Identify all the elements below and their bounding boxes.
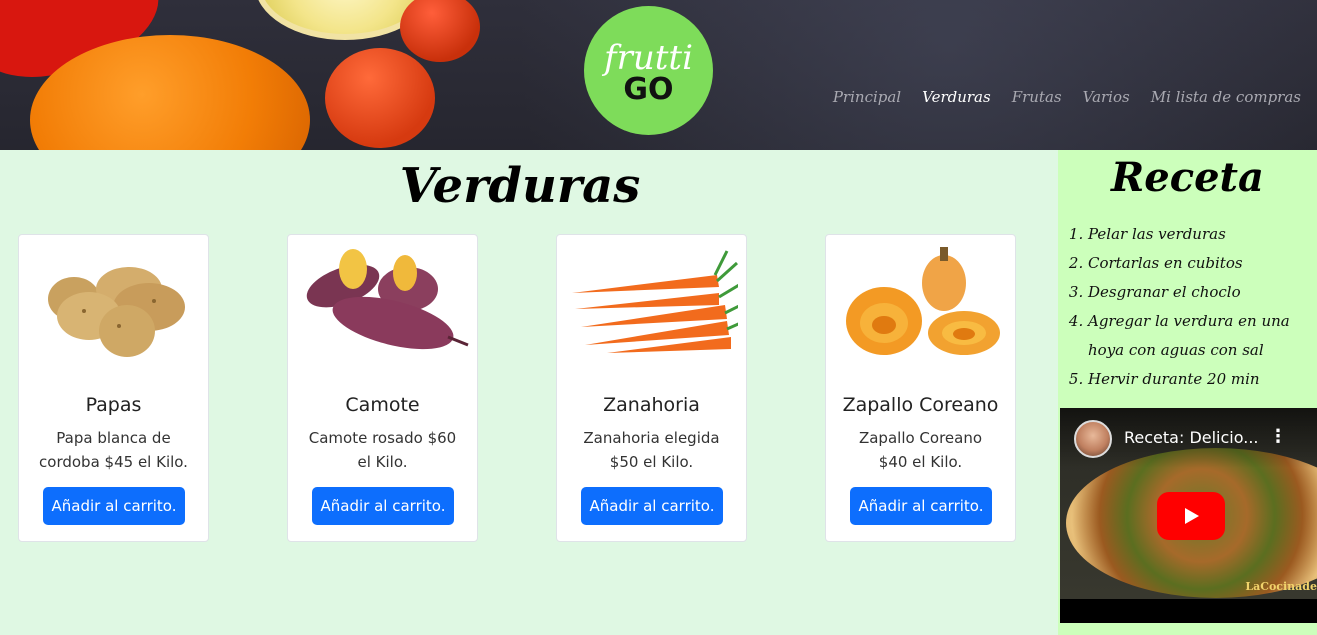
video-bottom-bar xyxy=(1060,599,1317,623)
add-to-cart-button[interactable]: Añadir al carrito. xyxy=(850,487,992,525)
card-title: Zanahoria xyxy=(603,394,700,416)
product-card-zapallo: Zapallo Coreano Zapallo Coreano $40 el K… xyxy=(825,234,1016,542)
add-to-cart-button[interactable]: Añadir al carrito. xyxy=(43,487,185,525)
main-content: Verduras Papas Papa blanca de cordoba $4… xyxy=(0,150,1055,635)
card-text: Zapallo Coreano $40 el Kilo. xyxy=(858,429,983,471)
recipe-step: Hervir durante 20 min xyxy=(1088,365,1310,394)
channel-avatar[interactable] xyxy=(1074,420,1112,458)
potato-image xyxy=(48,267,185,357)
logo-text-top: frutti xyxy=(604,37,693,78)
nav-link-frutas[interactable]: Frutas xyxy=(1012,88,1062,106)
nav-link-verduras[interactable]: Verduras xyxy=(922,88,991,106)
recipe-step: Pelar las verduras xyxy=(1088,220,1310,249)
sidebar-title: Receta xyxy=(1111,154,1264,201)
card-title: Zapallo Coreano xyxy=(842,394,999,416)
nav-link-varios[interactable]: Varios xyxy=(1083,88,1130,106)
product-card-zanahoria: Zanahoria Zanahoria elegida $50 el Kilo.… xyxy=(556,234,747,542)
recipe-step: Desgranar el choclo xyxy=(1088,278,1310,307)
play-button-icon[interactable] xyxy=(1157,492,1225,540)
butternut-squash-image xyxy=(846,247,1000,355)
recipe-step: Cortarlas en cubitos xyxy=(1088,249,1310,278)
nav-link-mi-lista[interactable]: Mi lista de compras xyxy=(1151,88,1301,106)
carrot-image xyxy=(572,250,738,353)
logo-text-bottom: GO xyxy=(623,71,674,107)
card-text: Zanahoria elegida $50 el Kilo. xyxy=(583,429,720,471)
frutti-go-logo[interactable]: frutti GO xyxy=(584,6,713,135)
tomato-image xyxy=(325,48,435,148)
recipe-sidebar: Receta Pelar las verduras Cortarlas en c… xyxy=(1058,150,1317,635)
tomato-image xyxy=(400,0,480,62)
video-title[interactable]: Receta: Delicio... xyxy=(1124,428,1259,447)
header-banner: frutti GO Principal Verduras Frutas Vari… xyxy=(0,0,1317,150)
more-options-icon[interactable]: ⋮ xyxy=(1269,426,1287,447)
nav-link-principal[interactable]: Principal xyxy=(833,88,901,106)
page-title: Verduras xyxy=(399,158,641,214)
card-title: Camote xyxy=(345,394,420,416)
card-text: Camote rosado $60 el Kilo. xyxy=(308,429,457,471)
recipe-steps-list: Pelar las verduras Cortarlas en cubitos … xyxy=(1088,220,1310,394)
product-card-papas: Papas Papa blanca de cordoba $45 el Kilo… xyxy=(18,234,209,542)
add-to-cart-button[interactable]: Añadir al carrito. xyxy=(312,487,454,525)
main-nav: Principal Verduras Frutas Varios Mi list… xyxy=(833,88,1301,106)
card-title: Papas xyxy=(85,394,142,416)
recipe-video-embed[interactable]: Receta: Delicio... ⋮ LaCocinade xyxy=(1060,408,1317,623)
sweet-potato-image xyxy=(306,249,469,350)
card-text: Papa blanca de cordoba $45 el Kilo. xyxy=(39,429,188,471)
product-card-camote: Camote Camote rosado $60 el Kilo. Añadir… xyxy=(287,234,478,542)
recipe-step: Agregar la verdura en una hoya con aguas… xyxy=(1088,307,1310,365)
add-to-cart-button[interactable]: Añadir al carrito. xyxy=(581,487,723,525)
video-watermark: LaCocinade xyxy=(1245,580,1317,593)
